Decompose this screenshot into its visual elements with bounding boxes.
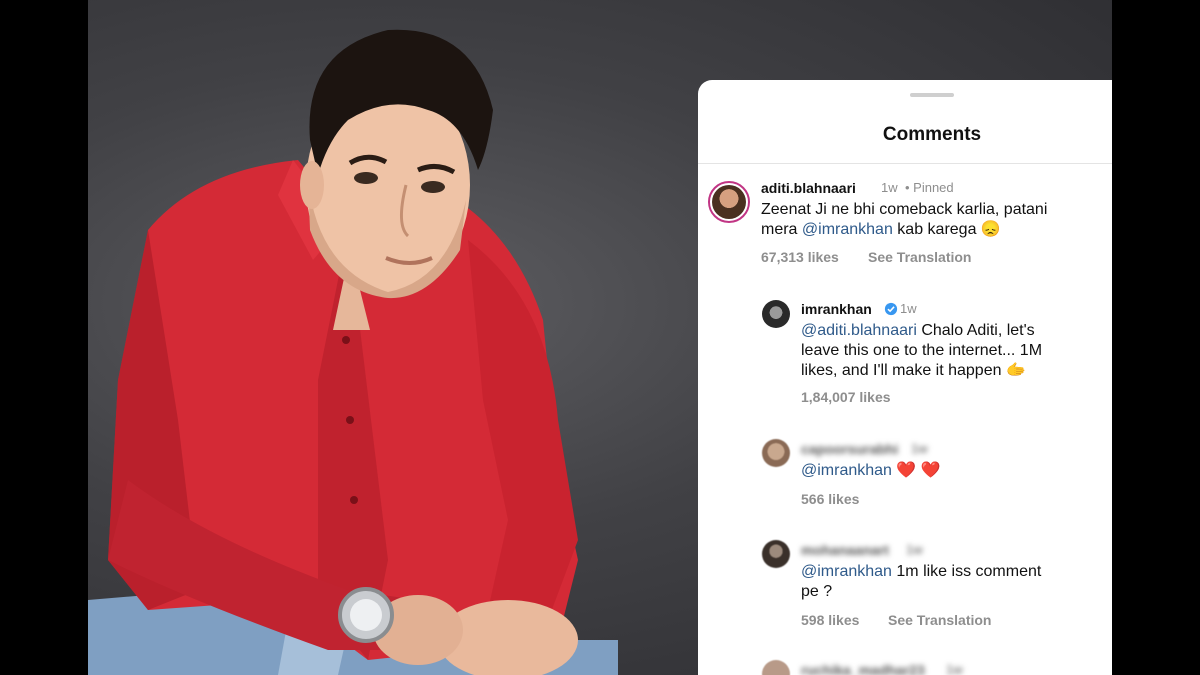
comment-text: Zeenat Ji ne bhi comeback karlia, patani… <box>761 200 1101 240</box>
mention-link[interactable]: @imrankhan <box>801 563 892 580</box>
sheet-title: Comments <box>882 124 982 145</box>
comment-pinned: aditi.blahnaari 1w • Pinned Zeenat Ji ne… <box>698 175 1112 265</box>
comment-text-part: Chalo Aditi, let's <box>916 322 1035 339</box>
comment-username[interactable]: aditi.blahnaari <box>761 180 856 196</box>
see-translation-button[interactable]: See Translation <box>888 612 991 628</box>
comment-username[interactable]: imrankhan <box>801 301 872 317</box>
sheet-grabber[interactable] <box>910 93 954 97</box>
likes-count[interactable]: 67,313 likes <box>761 249 839 265</box>
comment-text-line: leave this one to the internet... 1M <box>801 342 1043 359</box>
mention-link[interactable]: @imrankhan <box>801 462 892 479</box>
comment-time: 1w <box>946 662 963 675</box>
comment-text: @aditi.blahnaari Chalo Aditi, let's leav… <box>801 321 1101 381</box>
comment-time: 1w <box>906 542 923 557</box>
image-stage: Comments aditi.blahnaari 1w • Pinned Zee… <box>88 0 1112 675</box>
likes-count[interactable]: 566 likes <box>801 491 859 507</box>
comment-reply: ruchika_madhar23 1w <box>698 658 1112 675</box>
verified-badge-icon <box>884 302 898 316</box>
likes-count[interactable]: 1,84,007 likes <box>801 389 891 405</box>
comment-time: 1w <box>881 180 898 195</box>
sheet-divider <box>698 163 1112 164</box>
avatar[interactable] <box>762 660 790 675</box>
see-translation-button[interactable]: See Translation <box>868 249 971 265</box>
letterbox-right <box>1112 0 1200 675</box>
comment-reply: imrankhan 1w @aditi.blahnaari Chalo Adit… <box>698 295 1112 405</box>
avatar[interactable] <box>708 181 750 223</box>
comment-text-line: pe ? <box>801 583 833 600</box>
comment-text-part: ❤️ ❤️ <box>891 462 941 479</box>
avatar[interactable] <box>762 300 790 328</box>
comment-text: @imrankhan 1m like iss comment pe ? <box>801 562 1101 602</box>
avatar[interactable] <box>762 439 790 467</box>
comment-text-line: Zeenat Ji ne bhi comeback karlia, patani <box>761 201 1048 218</box>
comment-text-part: mera <box>761 221 802 238</box>
man-photo <box>88 29 618 675</box>
mention-link[interactable]: @aditi.blahnaari <box>801 322 917 339</box>
comment-time: 1w <box>900 301 917 316</box>
comment-time: 1w <box>911 441 928 456</box>
comment-reply: capoorsurabhi 1w @imrankhan ❤️ ❤️ 566 li… <box>698 437 1112 517</box>
comment-reply: mohanaanart 1w @imrankhan 1m like iss co… <box>698 538 1112 628</box>
comment-username[interactable]: mohanaanart <box>801 542 889 558</box>
letterbox-left <box>0 0 88 675</box>
pinned-label: • Pinned <box>905 180 954 195</box>
avatar[interactable] <box>762 540 790 568</box>
comment-text-part: 1m like iss comment <box>891 563 1042 580</box>
comment-username[interactable]: capoorsurabhi <box>801 441 898 457</box>
mention-link[interactable]: @imrankhan <box>802 221 893 238</box>
comment-text-line: likes, and I'll make it happen 🫱 <box>801 362 1026 379</box>
comment-text-part: kab karega 😞 <box>892 221 1001 238</box>
comment-text: @imrankhan ❤️ ❤️ <box>801 461 1101 481</box>
comment-username[interactable]: ruchika_madhar23 <box>801 662 925 675</box>
likes-count[interactable]: 598 likes <box>801 612 859 628</box>
comments-sheet: Comments aditi.blahnaari 1w • Pinned Zee… <box>698 80 1112 675</box>
